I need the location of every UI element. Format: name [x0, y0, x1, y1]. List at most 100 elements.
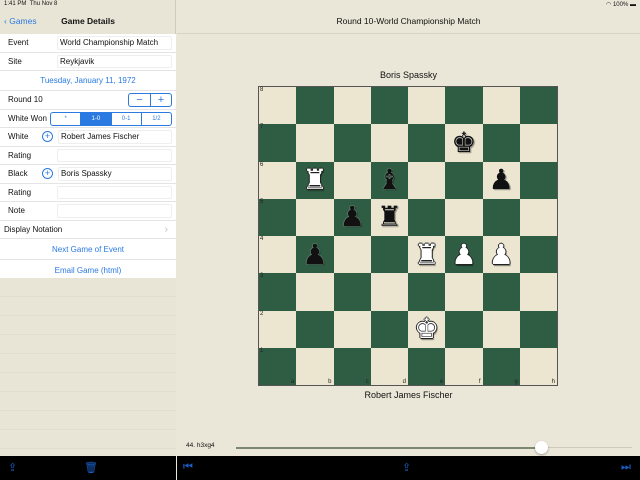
square-c2[interactable]	[333, 310, 371, 348]
white-rook-icon[interactable]: ♜	[302, 166, 327, 194]
square-d7[interactable]	[370, 124, 408, 162]
square-a6[interactable]: 6	[259, 161, 297, 199]
black-bishop-icon[interactable]: ♝	[377, 166, 402, 194]
square-b4[interactable]: ♟	[296, 236, 334, 274]
square-h3[interactable]	[519, 273, 557, 311]
white-rating-field[interactable]	[57, 148, 172, 162]
square-d2[interactable]	[370, 310, 408, 348]
square-d5[interactable]: ♜	[370, 198, 408, 236]
square-g2[interactable]	[482, 310, 520, 348]
square-g1[interactable]: g	[482, 347, 520, 385]
black-player-field[interactable]: Boris Spassky	[58, 167, 172, 181]
square-e4[interactable]: ♜	[408, 236, 446, 274]
square-a3[interactable]: 3	[259, 273, 297, 311]
date-button[interactable]: Tuesday, January 11, 1972	[0, 71, 176, 91]
event-field[interactable]: World Championship Match	[57, 36, 172, 50]
square-b7[interactable]	[296, 124, 334, 162]
white-king-icon[interactable]: ♚	[414, 315, 439, 343]
square-c6[interactable]	[333, 161, 371, 199]
square-f4[interactable]: ♟	[445, 236, 483, 274]
round-increment[interactable]: +	[150, 94, 171, 106]
square-b2[interactable]	[296, 310, 334, 348]
last-move-icon[interactable]: ⏭	[621, 461, 631, 474]
square-h8[interactable]	[519, 87, 557, 125]
square-a1[interactable]: 1a	[259, 347, 297, 385]
note-field[interactable]	[57, 204, 172, 218]
square-f3[interactable]	[445, 273, 483, 311]
square-d6[interactable]: ♝	[370, 161, 408, 199]
square-c5[interactable]: ♟	[333, 198, 371, 236]
chess-board[interactable]: 8 7 ♚ 6 ♜ ♝ ♟ 5 ♟ ♜ 4 ♟ ♜ ♟ ♟ 3 2 ♚ 1 a b c d e f g h	[258, 86, 558, 386]
square-h4[interactable]	[519, 236, 557, 274]
first-move-icon[interactable]: ⏮	[183, 461, 193, 474]
square-h2[interactable]	[519, 310, 557, 348]
black-pawn-icon[interactable]: ♟	[302, 240, 327, 269]
square-c3[interactable]	[333, 273, 371, 311]
square-e3[interactable]	[408, 273, 446, 311]
square-e5[interactable]	[408, 198, 446, 236]
note-label: Note	[8, 206, 25, 216]
result-option[interactable]: 1/2	[140, 112, 171, 125]
trash-icon[interactable]: 🗑	[84, 461, 98, 474]
square-e2[interactable]: ♚	[408, 310, 446, 348]
square-a2[interactable]: 2	[259, 310, 297, 348]
square-c8[interactable]	[333, 87, 371, 125]
square-h5[interactable]	[519, 198, 557, 236]
square-d8[interactable]	[370, 87, 408, 125]
white-pawn-icon[interactable]: ♟	[489, 240, 514, 269]
square-c4[interactable]	[333, 236, 371, 274]
round-decrement[interactable]: −	[129, 94, 150, 106]
square-g4[interactable]: ♟	[482, 236, 520, 274]
square-e8[interactable]	[408, 87, 446, 125]
square-f5[interactable]	[445, 198, 483, 236]
square-e6[interactable]	[408, 161, 446, 199]
square-e7[interactable]	[408, 124, 446, 162]
square-c1[interactable]: c	[333, 347, 371, 385]
next-game-button[interactable]: Next Game of Event	[0, 239, 176, 260]
black-pawn-icon[interactable]: ♟	[340, 203, 365, 231]
square-g6[interactable]: ♟	[482, 161, 520, 199]
slider-thumb[interactable]	[534, 441, 548, 454]
square-a7[interactable]: 7	[259, 124, 297, 162]
square-b5[interactable]	[296, 198, 334, 236]
square-f2[interactable]	[445, 310, 483, 348]
black-rating-field[interactable]	[57, 185, 172, 199]
move-slider[interactable]	[236, 441, 632, 454]
square-b8[interactable]	[296, 87, 334, 125]
square-d1[interactable]: d	[370, 347, 408, 385]
white-pawn-icon[interactable]: ♟	[451, 240, 476, 269]
black-pawn-icon[interactable]: ♟	[489, 166, 514, 194]
site-field[interactable]: Reykjavik	[57, 54, 172, 68]
black-rook-icon[interactable]: ♜	[377, 203, 402, 231]
square-h6[interactable]	[519, 161, 557, 199]
share-icon[interactable]: ⇪	[402, 461, 411, 474]
square-b3[interactable]	[296, 273, 334, 311]
square-h1[interactable]: h	[519, 347, 557, 385]
square-a4[interactable]: 4	[259, 236, 297, 274]
square-d4[interactable]	[370, 236, 408, 274]
square-g8[interactable]	[482, 87, 520, 125]
square-g3[interactable]	[482, 273, 520, 311]
share-icon[interactable]: ⇪	[8, 461, 17, 474]
square-f1[interactable]: f	[445, 347, 483, 385]
square-b6[interactable]: ♜	[296, 161, 334, 199]
black-king-icon[interactable]: ♚	[451, 128, 476, 157]
result-option[interactable]: 0-1	[110, 112, 141, 125]
result-option-selected[interactable]: 1-0	[80, 112, 111, 125]
white-rook-icon[interactable]: ♜	[414, 240, 439, 269]
square-a8[interactable]: 8	[259, 87, 297, 125]
square-c7[interactable]	[333, 124, 371, 162]
square-f7[interactable]: ♚	[445, 124, 483, 162]
result-option[interactable]: *	[51, 113, 80, 125]
white-player-field[interactable]: Robert James Fischer	[58, 130, 172, 144]
square-e1[interactable]: e	[408, 347, 446, 385]
square-h7[interactable]	[519, 124, 557, 162]
square-f6[interactable]	[445, 161, 483, 199]
display-notation-row[interactable]: Display Notation ›	[0, 221, 176, 239]
square-b1[interactable]: b	[296, 347, 334, 385]
square-g7[interactable]	[482, 124, 520, 162]
square-f8[interactable]	[445, 87, 483, 125]
square-d3[interactable]	[370, 273, 408, 311]
square-g5[interactable]	[482, 198, 520, 236]
square-a5[interactable]: 5	[259, 198, 297, 236]
